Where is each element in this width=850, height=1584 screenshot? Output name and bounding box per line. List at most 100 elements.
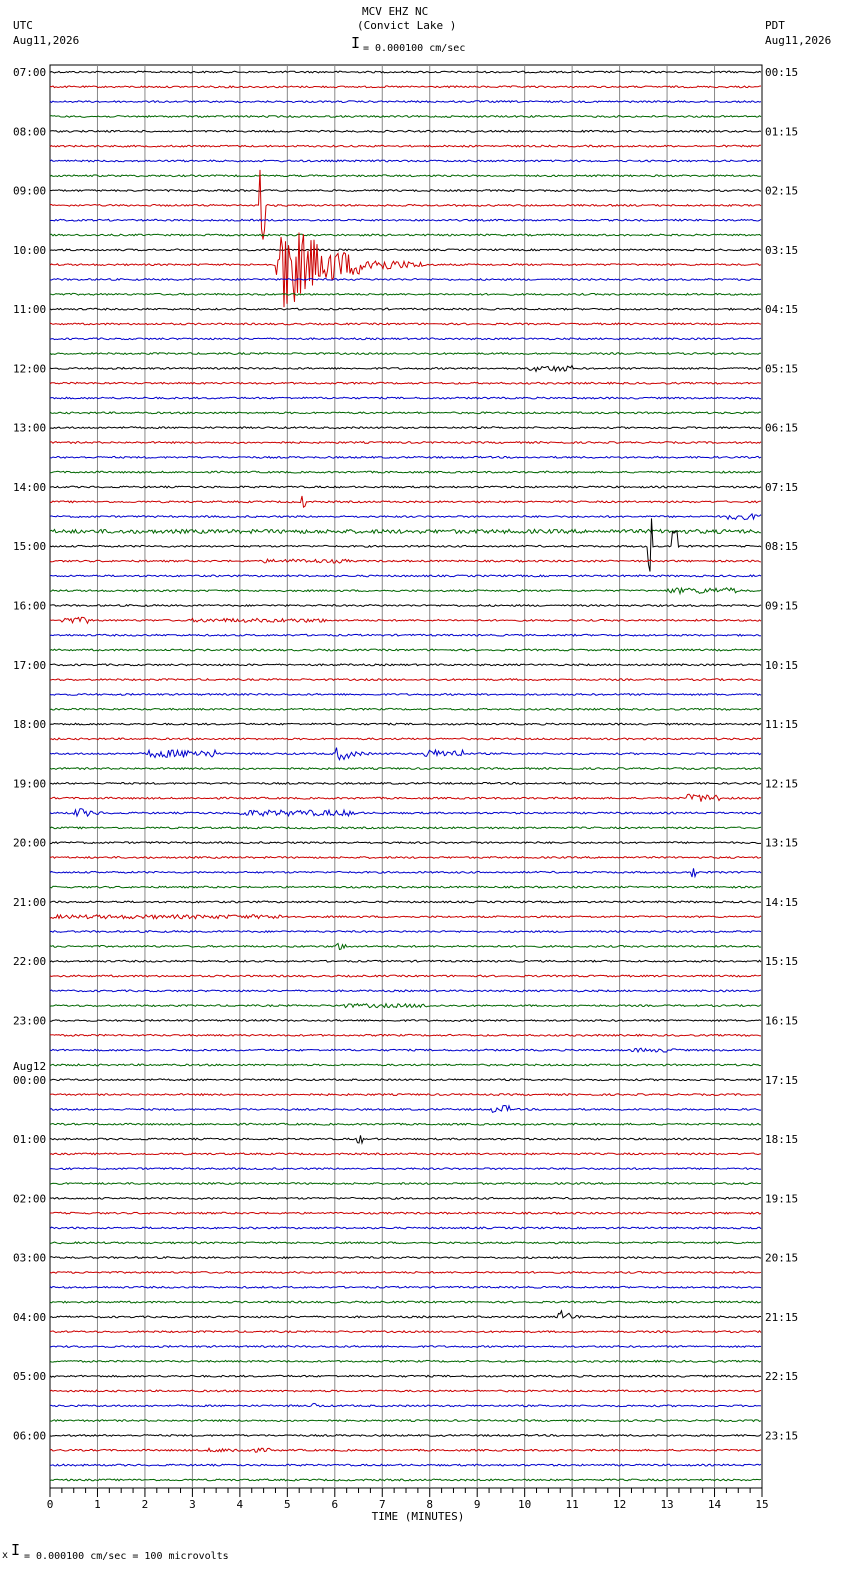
utc-hour-label: 18:00 (13, 718, 46, 731)
trace-line (49, 440, 762, 445)
trace-line (49, 1196, 762, 1200)
trace-line (49, 974, 762, 978)
trace-line (49, 633, 762, 637)
station-location: (Convict Lake ) (357, 19, 457, 32)
x-tick-label: 14 (708, 1498, 722, 1511)
pdt-hour-label: 12:15 (765, 777, 798, 790)
utc-hour-label: 15:00 (13, 540, 46, 553)
right-date: Aug11,2026 (765, 34, 832, 47)
trace-line (49, 677, 762, 682)
trace-line (49, 426, 762, 430)
trace-line (49, 114, 762, 119)
pdt-hour-label: 22:15 (765, 1370, 798, 1383)
trace-line (49, 929, 762, 934)
trace-line (49, 1463, 762, 1467)
pdt-hour-label: 14:15 (765, 896, 798, 909)
trace-line (49, 518, 762, 572)
trace-line (49, 913, 762, 920)
trace-line (49, 1330, 762, 1334)
utc-hour-label: 19:00 (13, 777, 46, 790)
trace-line (49, 1389, 762, 1393)
trace-line (49, 1419, 762, 1423)
trace-line (50, 1402, 762, 1408)
scale-label: = 0.000100 cm/sec (363, 43, 466, 54)
pdt-hour-label: 11:15 (765, 718, 798, 731)
x-tick-label: 13 (660, 1498, 673, 1511)
trace-line (49, 1033, 762, 1037)
trace-line (49, 512, 762, 521)
x-tick-label: 4 (237, 1498, 244, 1511)
date-change-label: Aug12 (13, 1060, 46, 1073)
utc-hour-label: 22:00 (13, 955, 46, 968)
trace-line (49, 337, 762, 341)
trace-line (49, 868, 762, 879)
trace-line (49, 826, 762, 830)
trace-line (49, 470, 762, 474)
trace-line (50, 793, 762, 802)
trace-line (49, 169, 762, 240)
trace-line (49, 692, 762, 697)
station-title: MCV EHZ NC (362, 5, 429, 18)
pdt-hour-label: 07:15 (765, 481, 798, 494)
trace-line (49, 586, 762, 596)
trace-line (49, 233, 762, 237)
trace-line (49, 1002, 762, 1009)
trace-line (49, 855, 762, 860)
trace-line (49, 307, 762, 311)
utc-hour-label: 20:00 (13, 837, 46, 850)
trace-line (49, 528, 762, 535)
pdt-hour-label: 03:15 (765, 244, 798, 257)
trace-line (49, 1270, 762, 1274)
trace-line (50, 1211, 762, 1215)
trace-line (49, 364, 762, 373)
utc-hour-label: 09:00 (13, 185, 46, 198)
trace-line (49, 277, 762, 282)
utc-hour-label: 07:00 (13, 66, 46, 79)
utc-hour-label: 23:00 (13, 1014, 46, 1027)
trace-line (49, 396, 762, 400)
trace-line (49, 1478, 762, 1482)
trace-line (49, 616, 762, 625)
trace-line (49, 70, 762, 74)
utc-hour-label: 16:00 (13, 600, 46, 613)
trace-line (49, 381, 762, 385)
pdt-hour-label: 15:15 (765, 955, 798, 968)
trace-line (49, 1285, 762, 1289)
trace-line (50, 841, 761, 845)
trace-line (49, 485, 762, 489)
pdt-hour-label: 00:15 (765, 66, 798, 79)
trace-line (49, 1309, 761, 1319)
trace-line (49, 1063, 762, 1067)
utc-hour-label: 14:00 (13, 481, 46, 494)
pdt-hour-label: 10:15 (765, 659, 798, 672)
pdt-hour-label: 20:15 (765, 1252, 798, 1265)
trace-line (49, 1104, 761, 1114)
pdt-hour-label: 13:15 (765, 837, 798, 850)
pdt-hour-label: 19:15 (765, 1192, 798, 1205)
footer-scale-note: = 0.000100 cm/sec = 100 microvolts (24, 1551, 229, 1562)
trace-line (49, 1241, 762, 1245)
utc-hour-label: 03:00 (13, 1252, 46, 1265)
trace-line (49, 232, 762, 308)
trace-line (49, 885, 762, 889)
pdt-hour-label: 02:15 (765, 185, 798, 198)
trace-line (49, 603, 762, 608)
trace-line (49, 1433, 762, 1438)
utc-hour-label: 17:00 (13, 659, 46, 672)
trace-line (49, 351, 761, 356)
trace-line (49, 808, 762, 818)
left-date: Aug11,2026 (13, 34, 80, 47)
pdt-hour-label: 08:15 (765, 540, 798, 553)
x-tick-label: 11 (566, 1498, 579, 1511)
utc-hour-label: 21:00 (13, 896, 46, 909)
trace-line (49, 1135, 762, 1145)
trace-line (49, 144, 761, 148)
x-tick-label: 5 (284, 1498, 291, 1511)
trace-line (49, 574, 762, 578)
trace-line (49, 648, 762, 652)
trace-line (49, 707, 762, 711)
trace-line (49, 663, 762, 667)
trace-line (49, 1344, 762, 1349)
trace-line (49, 1374, 762, 1378)
trace-line (49, 959, 762, 963)
